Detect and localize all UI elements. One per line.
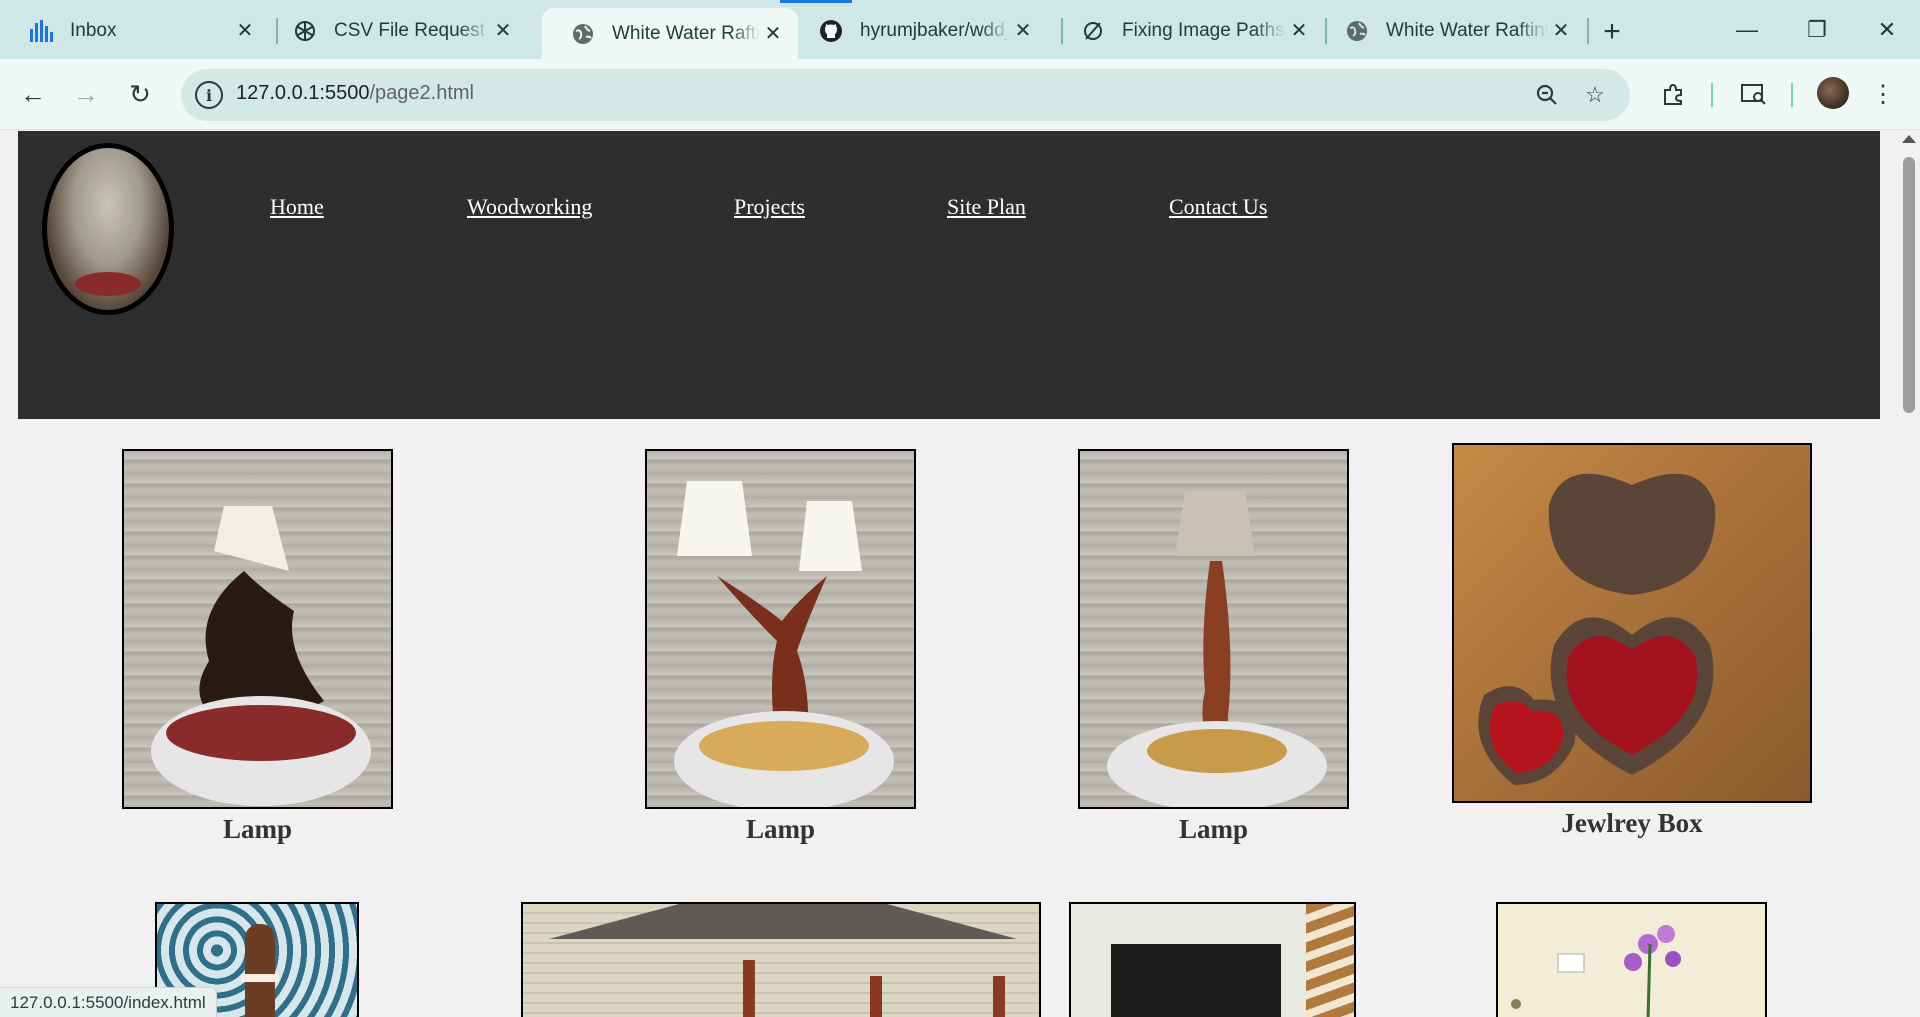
tab-github-repo[interactable]: hyrumjbaker/wdd_1 ✕ bbox=[790, 8, 1048, 53]
globe-icon bbox=[1344, 18, 1370, 44]
url-text[interactable]: 127.0.0.1:5500/page2.html bbox=[236, 82, 474, 105]
minimize-button[interactable]: — bbox=[1722, 10, 1772, 50]
close-icon[interactable]: ✕ bbox=[1548, 18, 1574, 44]
scroll-thumb[interactable] bbox=[1903, 157, 1915, 413]
tab-fixing-image-paths[interactable]: Fixing Image Paths ✕ bbox=[1052, 8, 1324, 53]
nav-projects[interactable]: Projects bbox=[734, 194, 805, 220]
nav-site-plan[interactable]: Site Plan bbox=[947, 194, 1026, 220]
scroll-up-arrow-icon[interactable] bbox=[1902, 135, 1916, 143]
product-caption: Lamp bbox=[1178, 814, 1249, 844]
browser-toolbar: ← → ↻ i 127.0.0.1:5500/page2.html ☆ ⋮ bbox=[0, 59, 1920, 130]
product-caption: Lamp bbox=[745, 814, 816, 844]
product-image-orchid[interactable] bbox=[1496, 902, 1767, 1017]
site-header: Home Woodworking Projects Site Plan Cont… bbox=[18, 131, 1880, 419]
menu-kebab-icon[interactable]: ⋮ bbox=[1862, 73, 1904, 115]
tab-csv-file-request[interactable]: CSV File Request ✕ bbox=[264, 8, 528, 53]
tab-separator bbox=[1587, 18, 1589, 44]
product-image-lamp[interactable] bbox=[645, 449, 916, 809]
tab-white-water-rafting-active[interactable]: White Water Rafting ✕ bbox=[542, 8, 798, 59]
tab-title: Inbox bbox=[70, 19, 117, 41]
nav-woodworking[interactable]: Woodworking bbox=[467, 194, 592, 220]
close-icon[interactable]: ✕ bbox=[760, 21, 786, 47]
site-logo[interactable] bbox=[42, 143, 174, 315]
window-close-button[interactable]: ✕ bbox=[1862, 10, 1912, 50]
url-path: /page2.html bbox=[369, 82, 474, 104]
tab-title: Fixing Image Paths bbox=[1122, 19, 1285, 41]
site-info-icon[interactable]: i bbox=[195, 81, 223, 109]
product-caption: Lamp bbox=[222, 814, 293, 844]
globe-icon bbox=[570, 21, 596, 47]
close-icon[interactable]: ✕ bbox=[1010, 18, 1036, 44]
page-scrollbar[interactable] bbox=[1898, 131, 1920, 1017]
back-button[interactable]: ← bbox=[12, 73, 54, 115]
new-tab-button[interactable]: + bbox=[1594, 14, 1630, 50]
product-image-detail bbox=[245, 924, 275, 1017]
forward-button[interactable]: → bbox=[65, 73, 107, 115]
loading-indicator bbox=[780, 0, 852, 3]
url-host: 127.0.0.1:5500 bbox=[236, 82, 370, 104]
extensions-icon[interactable] bbox=[1652, 73, 1694, 115]
product-image-detail bbox=[1111, 944, 1281, 1017]
product-image-detail bbox=[870, 976, 882, 1017]
page-viewport: Home Woodworking Projects Site Plan Cont… bbox=[0, 131, 1898, 1017]
close-icon[interactable]: ✕ bbox=[1286, 18, 1312, 44]
product-image-detail bbox=[549, 904, 1017, 939]
tab-search-icon[interactable] bbox=[1733, 73, 1775, 115]
zoom-icon[interactable] bbox=[1531, 79, 1563, 111]
close-icon[interactable]: ✕ bbox=[490, 18, 516, 44]
product-image-detail bbox=[993, 976, 1005, 1017]
tab-white-water-rafting[interactable]: White Water Rafting ✕ bbox=[1316, 8, 1586, 53]
toolbar-separator bbox=[1791, 83, 1793, 107]
tab-inbox[interactable]: Inbox ✕ bbox=[0, 8, 270, 53]
profile-avatar[interactable] bbox=[1817, 77, 1849, 109]
tab-title: hyrumjbaker/wdd_1 bbox=[860, 19, 1010, 41]
tab-title: White Water Rafting bbox=[612, 22, 760, 44]
product-image-deck[interactable] bbox=[521, 902, 1041, 1017]
bars-icon bbox=[28, 18, 54, 44]
product-caption: Jewlrey Box bbox=[1561, 808, 1703, 838]
status-bar-url: 127.0.0.1:5500/index.html bbox=[0, 987, 217, 1017]
product-image-lamp[interactable] bbox=[122, 449, 393, 809]
close-icon[interactable]: ✕ bbox=[232, 18, 258, 44]
tab-title: White Water Rafting bbox=[1386, 19, 1548, 41]
github-icon bbox=[818, 18, 844, 44]
product-image-detail bbox=[241, 974, 279, 982]
tab-strip: Inbox ✕ CSV File Request ✕ White Water R… bbox=[0, 0, 1920, 59]
nav-home[interactable]: Home bbox=[270, 194, 324, 220]
bookmark-star-icon[interactable]: ☆ bbox=[1579, 79, 1611, 111]
product-image-lamp[interactable] bbox=[1078, 449, 1349, 809]
product-image-tv-stand[interactable] bbox=[1069, 902, 1356, 1017]
restore-button[interactable]: ❐ bbox=[1792, 10, 1842, 50]
reload-button[interactable]: ↻ bbox=[119, 73, 161, 115]
product-image-jewelry-box[interactable] bbox=[1452, 443, 1812, 803]
address-bar[interactable]: i 127.0.0.1:5500/page2.html ☆ bbox=[181, 69, 1630, 121]
tab-title: CSV File Request bbox=[334, 19, 486, 41]
product-image-detail bbox=[1306, 904, 1354, 1017]
product-image-detail bbox=[743, 960, 755, 1017]
slash-circle-icon bbox=[1080, 18, 1106, 44]
openai-icon bbox=[292, 18, 318, 44]
toolbar-separator bbox=[1711, 83, 1713, 107]
nav-contact-us[interactable]: Contact Us bbox=[1169, 194, 1267, 220]
